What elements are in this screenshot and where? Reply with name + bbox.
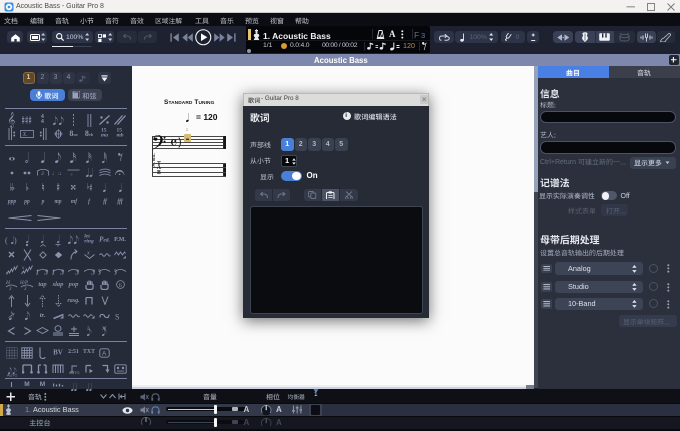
svg-text:X.: X.	[22, 132, 28, 138]
svg-text:3: 3	[59, 268, 64, 275]
svg-text:2: 2	[87, 326, 90, 330]
svg-text:(: (	[5, 236, 8, 245]
svg-text:AUTO: AUTO	[69, 371, 80, 374]
svg-text:6: 6	[118, 283, 121, 289]
svg-text:3: 3	[90, 268, 95, 275]
svg-text:3: 3	[44, 268, 49, 275]
svg-text:3: 3	[40, 171, 44, 176]
svg-text:A: A	[102, 351, 107, 358]
svg-text:): )	[14, 236, 17, 245]
svg-text:1: 1	[52, 268, 55, 275]
svg-text:3: 3	[98, 268, 102, 275]
svg-text:÷: ÷	[70, 172, 73, 176]
svg-text:x: x	[21, 266, 25, 271]
svg-text:3: 3	[114, 268, 118, 275]
svg-text:S: S	[115, 312, 119, 320]
svg-text:2: 2	[84, 75, 87, 80]
svg-text:3: 3	[75, 268, 80, 275]
svg-text:3: 3	[24, 287, 27, 290]
svg-text:AUTO: AUTO	[7, 373, 17, 377]
svg-text:3: 3	[9, 287, 12, 290]
svg-text:♩:♩: ♩:♩	[52, 171, 65, 176]
svg-text:1: 1	[36, 268, 39, 275]
svg-text:x: x	[86, 251, 90, 257]
